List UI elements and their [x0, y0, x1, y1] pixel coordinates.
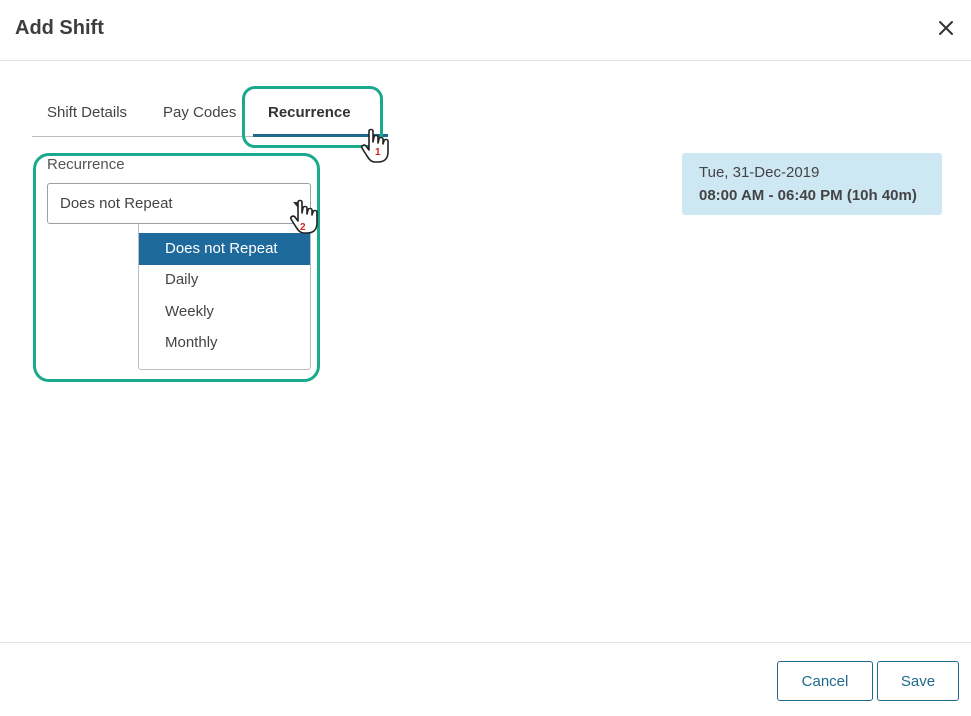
dialog-header: Add Shift [0, 0, 971, 61]
save-button[interactable]: Save [877, 661, 959, 701]
option-daily[interactable]: Daily [139, 264, 310, 296]
recurrence-label: Recurrence [47, 156, 125, 173]
close-icon[interactable] [935, 17, 957, 39]
shift-time: 08:00 AM - 06:40 PM (10h 40m) [699, 187, 917, 204]
cancel-button[interactable]: Cancel [777, 661, 873, 701]
tab-pay-codes[interactable]: Pay Codes [163, 104, 236, 121]
recurrence-select[interactable]: Does not Repeat [47, 183, 311, 224]
option-weekly[interactable]: Weekly [139, 296, 310, 328]
option-monthly[interactable]: Monthly [139, 327, 310, 359]
shift-info-card: Tue, 31-Dec-2019 08:00 AM - 06:40 PM (10… [682, 153, 942, 215]
dialog-footer: Cancel Save [0, 642, 971, 716]
tab-shift-details[interactable]: Shift Details [47, 104, 127, 121]
recurrence-dropdown: Does not Repeat Daily Weekly Monthly [138, 224, 311, 370]
step-number-1: 1 [375, 147, 381, 158]
dialog-title: Add Shift [15, 17, 104, 39]
shift-date: Tue, 31-Dec-2019 [699, 164, 820, 181]
step-number-2: 2 [300, 222, 306, 233]
option-does-not-repeat[interactable]: Does not Repeat [139, 233, 310, 265]
recurrence-select-value: Does not Repeat [60, 195, 173, 212]
hand-cursor-icon [360, 128, 390, 164]
